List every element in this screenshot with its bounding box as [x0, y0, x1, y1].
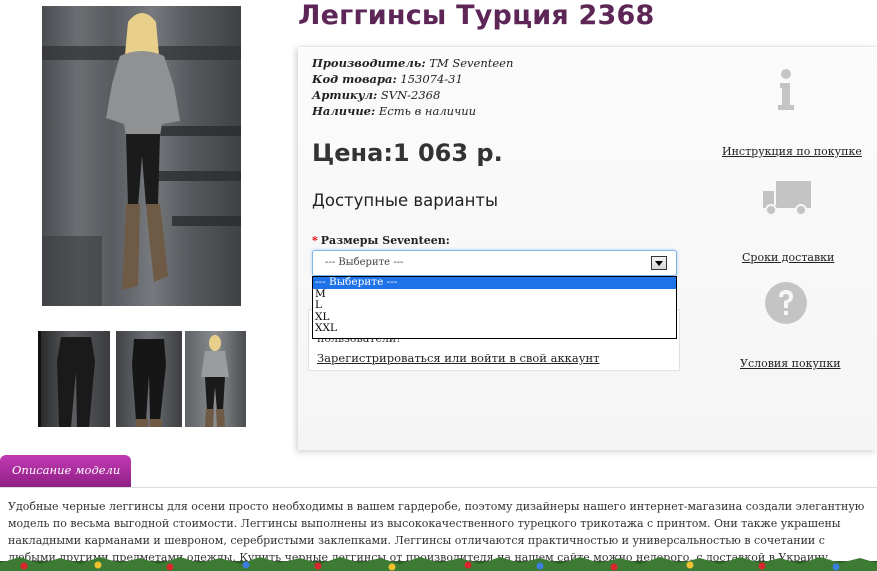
delivery-block: Сроки доставки: [742, 246, 834, 265]
chevron-down-icon[interactable]: [651, 256, 667, 270]
register-login-link[interactable]: Зарегистрироваться или войти в свой акка…: [317, 351, 600, 365]
product-main-photo[interactable]: [42, 6, 241, 306]
delivery-terms-link[interactable]: Сроки доставки: [742, 251, 834, 264]
size-option-choose[interactable]: --- Выберите ---: [313, 276, 676, 289]
thumbnail-3[interactable]: [185, 331, 246, 427]
product-specs: Производитель: ТМ Seventeen Код товара: …: [312, 55, 513, 119]
size-dropdown-list: --- Выберите --- M L XL XXL: [312, 276, 677, 339]
product-price: Цена:1 063 р.: [312, 139, 503, 167]
size-option-xxl[interactable]: XXL: [313, 322, 676, 335]
spec-article: Артикул: SVN-2368: [312, 88, 441, 102]
size-option-m[interactable]: M: [313, 288, 676, 301]
truck-icon[interactable]: [762, 179, 812, 217]
size-select[interactable]: --- Выберите ---: [312, 250, 677, 276]
spec-product-code: Код товара: 153074-31: [312, 72, 463, 86]
question-icon[interactable]: [764, 281, 808, 325]
variants-heading: Доступные варианты: [312, 191, 499, 210]
tab-description[interactable]: Описание модели: [0, 455, 131, 487]
purchase-terms-link[interactable]: Условия покупки: [740, 357, 841, 370]
size-select-value: --- Выберите ---: [325, 257, 404, 268]
model-figure: [42, 13, 241, 306]
spec-availability: Наличие: Есть в наличии: [312, 104, 477, 118]
thumbnail-2[interactable]: [116, 331, 182, 427]
size-option-xl[interactable]: XL: [313, 311, 676, 324]
product-title: Леггинсы Турция 2368: [298, 0, 655, 31]
garland-decoration: [0, 557, 877, 571]
product-page: Леггинсы Турция 2368 Производитель: ТМ S…: [0, 0, 877, 571]
purchase-instructions-link[interactable]: Инструкция по покупке: [722, 145, 862, 158]
required-mark: *: [312, 234, 318, 247]
info-icon[interactable]: [774, 69, 798, 111]
terms-block: Условия покупки: [740, 352, 841, 371]
product-info-panel: Производитель: ТМ Seventeen Код товара: …: [298, 46, 877, 450]
thumbnail-1[interactable]: [38, 331, 110, 427]
size-label: * Размеры Seventeen:: [312, 234, 450, 247]
spec-manufacturer: Производитель: ТМ Seventeen: [312, 56, 514, 70]
size-option-l[interactable]: L: [313, 299, 676, 312]
instructions-block: Инструкция по покупке: [722, 140, 862, 159]
